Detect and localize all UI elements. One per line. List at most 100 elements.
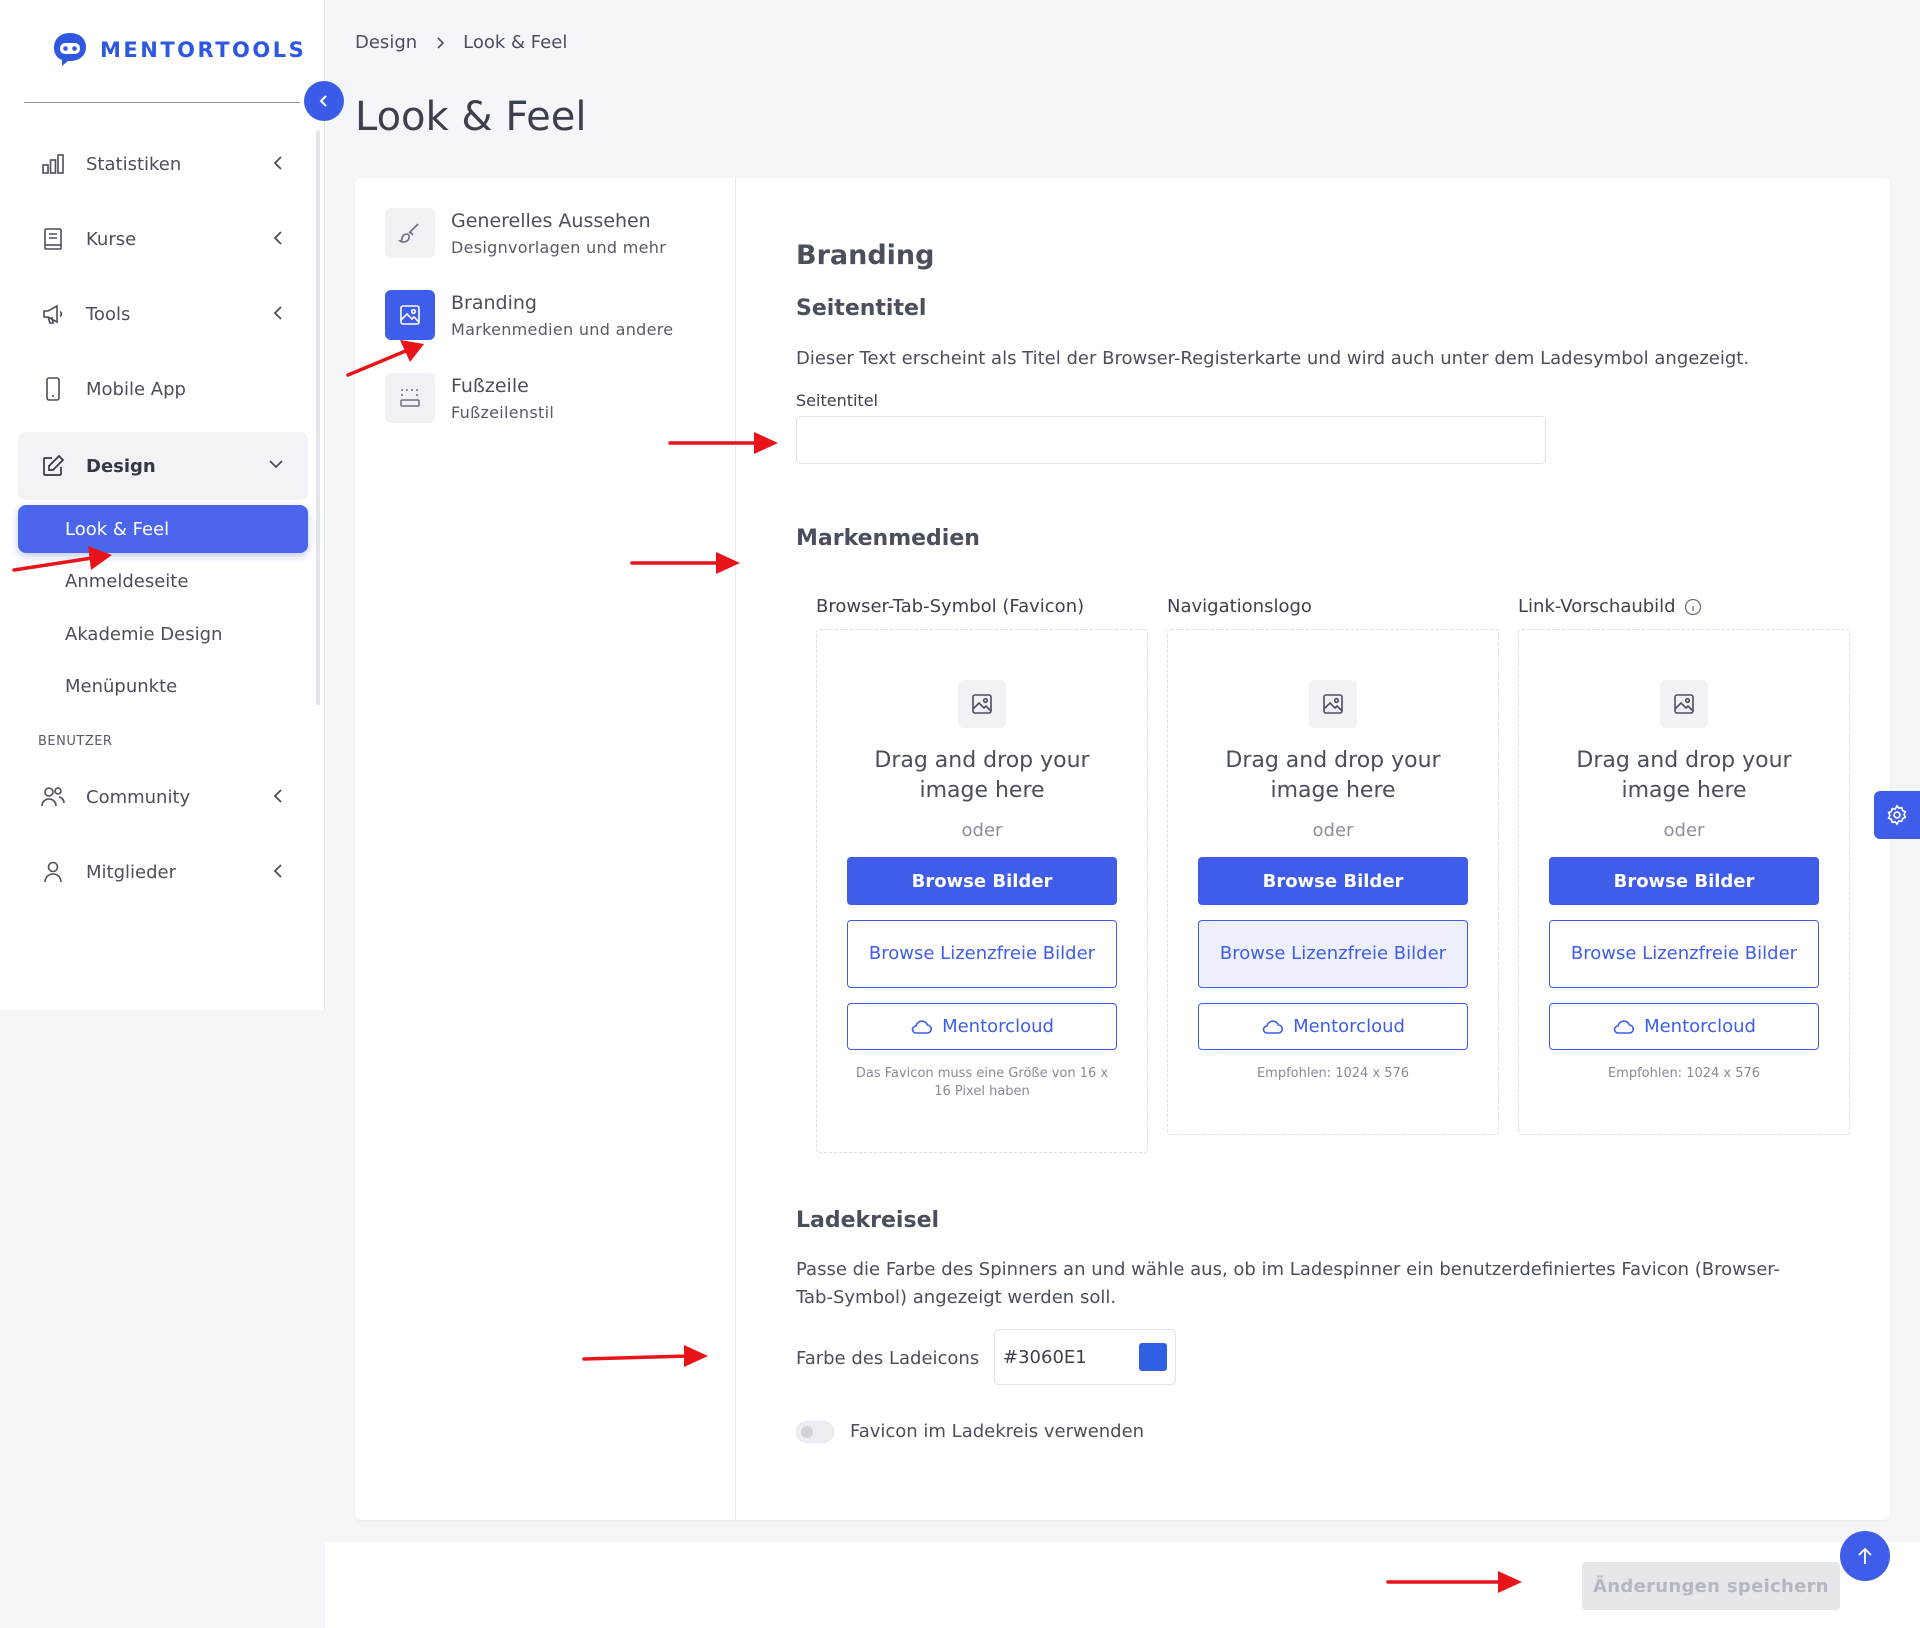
navigationslogo-upload: Navigationslogo Drag and drop your image…: [1167, 596, 1499, 1135]
link-preview-label: Link-Vorschaubild: [1518, 596, 1850, 617]
drop-text: Drag and drop your image here: [1225, 748, 1441, 803]
browse-images-button[interactable]: Browse Bilder: [847, 857, 1117, 905]
spinner-color-input[interactable]: #3060E1: [994, 1329, 1176, 1385]
sidebar-subitem-akademie-design[interactable]: Akademie Design: [18, 610, 308, 658]
chevron-left-icon: [273, 306, 282, 320]
mentorcloud-button[interactable]: Mentorcloud: [1198, 1003, 1468, 1050]
toggle-knob: [801, 1426, 813, 1438]
seitentitel-heading: Seitentitel: [796, 296, 927, 321]
seitentitel-label: Seitentitel: [796, 391, 878, 410]
sidebar-item-label: Statistiken: [86, 153, 182, 175]
sidebar-subitem-menuepunkte[interactable]: Menüpunkte: [18, 662, 308, 710]
sidebar-item-label: Mobile App: [86, 378, 186, 400]
book-icon: [40, 226, 66, 252]
link-preview-dropzone[interactable]: Drag and drop your image here oder Brows…: [1518, 629, 1850, 1135]
chevron-left-icon: [273, 864, 282, 878]
sidebar-subitem-anmeldeseite[interactable]: Anmeldeseite: [18, 557, 308, 605]
ladekreisel-description: Passe die Farbe des Spinners an und wähl…: [796, 1259, 1781, 1308]
favicon-dropzone[interactable]: Drag and drop your image here oder Brows…: [816, 629, 1148, 1153]
mentorcloud-button[interactable]: Mentorcloud: [847, 1003, 1117, 1050]
browse-images-button[interactable]: Browse Bilder: [1549, 857, 1819, 905]
sidebar-item-label: Kurse: [86, 228, 137, 250]
browse-free-images-button[interactable]: Browse Lizenzfreie Bilder: [1549, 920, 1819, 988]
page-title: Look & Feel: [355, 94, 587, 140]
sidebar-collapse-button[interactable]: [304, 81, 344, 121]
menu-subtitle: Fußzeilenstil: [451, 403, 555, 422]
seitentitel-input[interactable]: [796, 416, 1546, 464]
sidebar-item-community[interactable]: Community: [18, 765, 308, 829]
save-changes-button[interactable]: Änderungen speichern: [1582, 1562, 1840, 1610]
chevron-right-icon: [437, 36, 445, 49]
oder-text: oder: [1663, 820, 1705, 841]
brand-divider: [24, 102, 300, 103]
navigationslogo-dropzone[interactable]: Drag and drop your image here oder Brows…: [1167, 629, 1499, 1135]
brush-icon: [385, 208, 435, 258]
markenmedien-heading: Markenmedien: [796, 526, 980, 551]
chevron-down-icon: [269, 460, 283, 469]
footer-icon: [385, 373, 435, 423]
menu-title: Fußzeile: [451, 375, 529, 397]
chevron-left-icon: [273, 156, 282, 170]
chevron-left-icon: [319, 95, 327, 107]
sidebar-item-statistiken[interactable]: Statistiken: [18, 132, 308, 196]
settings-menu-branding[interactable]: Branding Markenmedien und andere: [385, 290, 673, 340]
favicon-spinner-toggle-label: Favicon im Ladekreis verwenden: [850, 1421, 1145, 1442]
sidebar-item-design[interactable]: Design: [18, 432, 308, 500]
mentorcloud-button[interactable]: Mentorcloud: [1549, 1003, 1819, 1050]
menu-title: Generelles Aussehen: [451, 210, 651, 232]
link-preview-hint: Empfohlen: 1024 x 576: [1607, 1066, 1761, 1081]
browse-free-images-button[interactable]: Browse Lizenzfreie Bilder: [847, 920, 1117, 988]
settings-card: Generelles Aussehen Designvorlagen und m…: [355, 178, 1890, 1520]
chevron-left-icon: [273, 789, 282, 803]
settings-menu-generelles-aussehen[interactable]: Generelles Aussehen Designvorlagen und m…: [385, 208, 666, 258]
drop-text: Drag and drop your image here: [874, 748, 1090, 803]
browse-images-button[interactable]: Browse Bilder: [1198, 857, 1468, 905]
settings-float-button[interactable]: [1874, 791, 1920, 839]
card-divider: [735, 178, 736, 1520]
color-swatch[interactable]: [1139, 1343, 1167, 1371]
image-icon: [1660, 680, 1708, 728]
robot-logo-icon: [54, 33, 86, 66]
brand-name: MENTORTOOLS: [100, 38, 307, 62]
favicon-spinner-toggle[interactable]: [796, 1421, 834, 1443]
sidebar-item-label: Community: [86, 786, 191, 808]
favicon-upload: Browser-Tab-Symbol (Favicon) Drag and dr…: [816, 596, 1148, 1153]
image-icon: [1309, 680, 1357, 728]
navigationslogo-label: Navigationslogo: [1167, 596, 1312, 617]
ladekreisel-heading: Ladekreisel: [796, 1208, 940, 1233]
info-icon[interactable]: [1684, 598, 1702, 616]
image-icon: [385, 290, 435, 340]
breadcrumb-parent[interactable]: Design: [355, 32, 417, 53]
cloud-icon: [1262, 1019, 1284, 1034]
drop-text: Drag and drop your image here: [1576, 748, 1792, 803]
sidebar-item-kurse[interactable]: Kurse: [18, 207, 308, 271]
chevron-left-icon: [273, 231, 282, 245]
breadcrumb-current: Look & Feel: [463, 32, 568, 53]
spinner-color-label: Farbe des Ladeicons: [796, 1348, 980, 1369]
sidebar-item-label: Design: [86, 455, 156, 477]
settings-menu-fusszeile[interactable]: Fußzeile Fußzeilenstil: [385, 373, 554, 423]
menu-subtitle: Markenmedien und andere: [451, 320, 674, 339]
user-icon: [40, 859, 66, 885]
seitentitel-description: Dieser Text erscheint als Titel der Brow…: [796, 348, 1750, 369]
bar-chart-icon: [40, 151, 66, 177]
sidebar-subitem-look-and-feel[interactable]: Look & Feel: [18, 505, 308, 553]
image-icon: [958, 680, 1006, 728]
browse-free-images-button[interactable]: Browse Lizenzfreie Bilder: [1198, 920, 1468, 988]
gear-icon: [1887, 804, 1907, 826]
scroll-to-top-button[interactable]: [1840, 1531, 1890, 1581]
menu-title: Branding: [451, 292, 537, 314]
sidebar-scrollbar[interactable]: [316, 130, 320, 705]
arrow-up-icon: [1858, 1547, 1872, 1564]
smartphone-icon: [40, 376, 66, 402]
cloud-icon: [1613, 1019, 1635, 1034]
oder-text: oder: [961, 820, 1003, 841]
cloud-icon: [911, 1019, 933, 1034]
users-icon: [40, 784, 66, 810]
sidebar-item-mobile-app[interactable]: Mobile App: [18, 357, 308, 421]
brand-logo[interactable]: MENTORTOOLS: [50, 30, 306, 70]
sidebar-item-tools[interactable]: Tools: [18, 282, 308, 346]
menu-subtitle: Designvorlagen und mehr: [451, 238, 667, 257]
breadcrumb: Design Look & Feel: [355, 32, 567, 53]
sidebar-item-mitglieder[interactable]: Mitglieder: [18, 840, 308, 904]
